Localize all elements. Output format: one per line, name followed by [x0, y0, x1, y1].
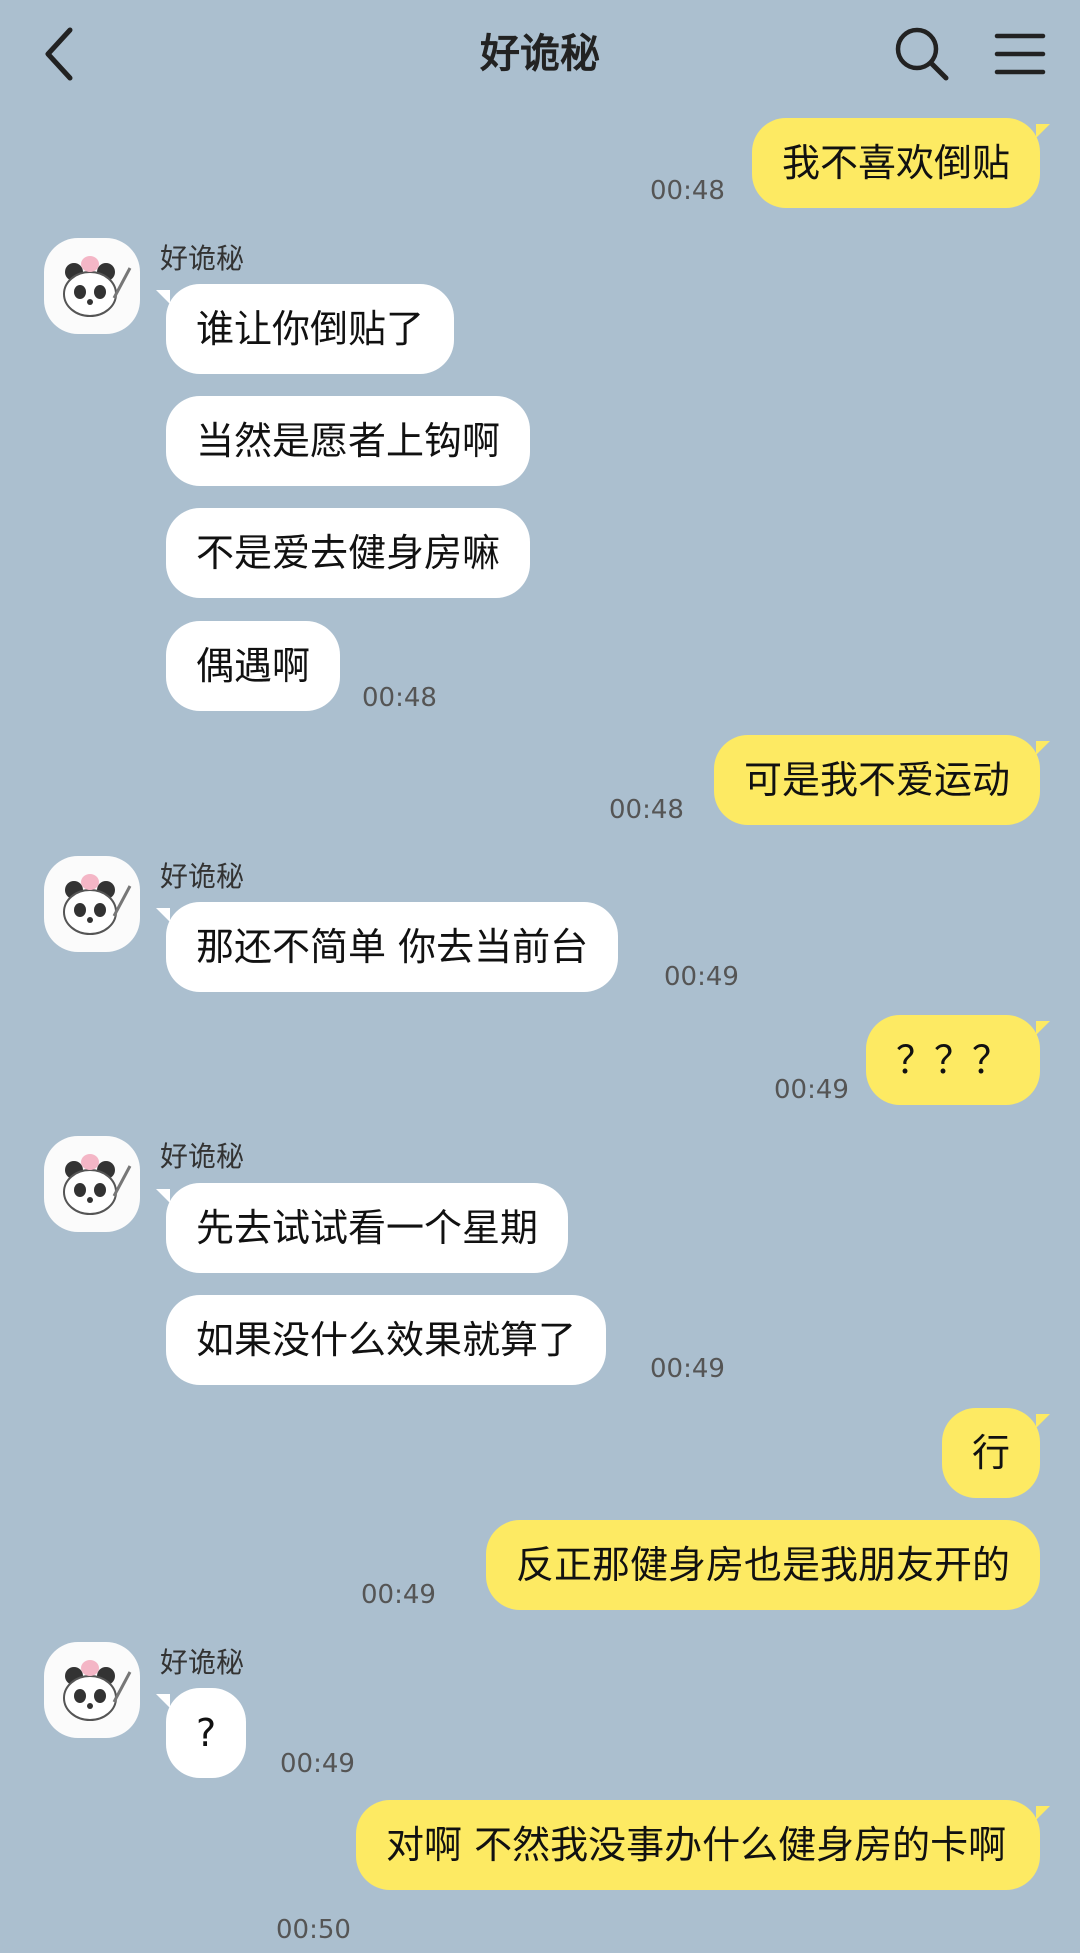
contact-avatar[interactable] [44, 1642, 140, 1738]
message-bubble-incoming[interactable]: 那还不简单 你去当前台 [155, 902, 619, 992]
message-bubble-incoming[interactable]: 如果没什么效果就算了 [166, 1295, 607, 1385]
message-bubble-incoming[interactable]: 先去试试看一个星期 [155, 1183, 569, 1273]
contact-avatar[interactable] [44, 1136, 140, 1232]
chat-header: 好诡秘 [0, 0, 1080, 110]
message-time: 00:50 [276, 1915, 351, 1945]
message-bubble-incoming[interactable]: ? [155, 1688, 247, 1778]
message-bubble-outgoing[interactable]: 行 [941, 1408, 1051, 1498]
message-bubble-outgoing[interactable]: 我不喜欢倒贴 [751, 118, 1051, 208]
panda-avatar-icon [63, 256, 132, 317]
message-time: 00:49 [664, 962, 739, 992]
panda-avatar-icon [63, 874, 132, 935]
sender-name: 好诡秘 [160, 242, 245, 275]
message-time: 00:48 [650, 176, 725, 206]
message-bubble-outgoing[interactable]: ？？？ [865, 1015, 1051, 1105]
message-time: 00:49 [650, 1354, 725, 1384]
panda-avatar-icon [63, 1660, 132, 1721]
message-bubble-outgoing[interactable]: 可是我不爱运动 [713, 735, 1051, 825]
panda-avatar-icon [63, 1154, 132, 1215]
search-icon [895, 27, 949, 81]
message-bubble-incoming[interactable]: 当然是愿者上钩啊 [166, 396, 531, 486]
message-time: 00:49 [361, 1580, 436, 1610]
message-time: 00:49 [774, 1075, 849, 1105]
message-bubble-outgoing[interactable]: 反正那健身房也是我朋友开的 [485, 1520, 1040, 1610]
search-button[interactable] [894, 26, 950, 82]
menu-icon [994, 33, 1046, 75]
menu-button[interactable] [994, 30, 1046, 78]
message-bubble-outgoing[interactable]: 对啊 不然我没事办什么健身房的卡啊 [356, 1800, 1050, 1890]
message-bubble-incoming[interactable]: 不是爱去健身房嘛 [166, 508, 531, 598]
sender-name: 好诡秘 [160, 1140, 245, 1173]
sender-name: 好诡秘 [160, 1646, 245, 1679]
contact-avatar[interactable] [44, 238, 140, 334]
message-time: 00:48 [609, 795, 684, 825]
message-time: 00:49 [280, 1749, 355, 1779]
sender-name: 好诡秘 [160, 860, 245, 893]
message-bubble-incoming[interactable]: 谁让你倒贴了 [155, 284, 455, 374]
message-time: 00:48 [362, 683, 437, 713]
message-bubble-incoming[interactable]: 偶遇啊 [166, 621, 341, 711]
contact-avatar[interactable] [44, 856, 140, 952]
